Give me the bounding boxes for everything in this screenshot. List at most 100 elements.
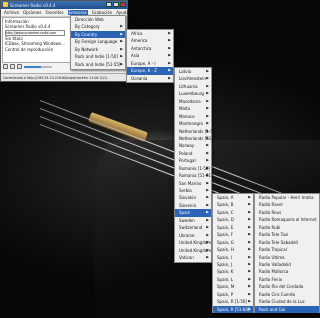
chevron-right-icon: ▶ — [206, 106, 209, 111]
chevron-right-icon: ▶ — [168, 75, 171, 80]
spain-letter-item[interactable]: Spain, K ▶ — [213, 268, 253, 275]
station-item[interactable]: Radio Mallorca — [255, 268, 319, 275]
menu-item-by-network[interactable]: By Network ▶ — [71, 46, 125, 53]
country-item[interactable]: Slovenia ▶ — [175, 202, 211, 209]
country-item[interactable]: Slovakia ▶ — [175, 194, 211, 201]
menu-item-label: Ukraine — [179, 232, 195, 238]
station-item[interactable]: Radio Ravel — [255, 201, 319, 208]
country-item[interactable]: Monaco ▶ — [175, 113, 211, 120]
spain-letter-item[interactable]: Spain, B ▶ — [213, 201, 253, 208]
menu-item-africa[interactable]: Africa ▶ — [127, 30, 173, 37]
country-item[interactable]: Romania [51-61] ▶ — [175, 172, 213, 179]
minimize-button[interactable] — [106, 2, 112, 7]
country-item[interactable]: Montenegro ▶ — [175, 120, 211, 127]
spain-letter-item[interactable]: Spain, C ▶ — [213, 209, 253, 216]
info-panel: Información Screamer Radio v0.4.4 http:/… — [2, 17, 74, 63]
maximize-button[interactable] — [113, 2, 119, 7]
station-item[interactable]: Radio Popular - Herri Irratia — [255, 194, 319, 201]
station-item[interactable]: Radio Tele Taxi — [255, 231, 319, 238]
station-item[interactable]: Radio Tele Sabadell — [255, 239, 319, 246]
station-item[interactable]: Radio Reus — [255, 209, 319, 216]
country-item[interactable]: Norway ▶ — [175, 142, 211, 149]
menu-opciones[interactable]: Opciones — [23, 10, 42, 15]
close-button[interactable] — [120, 2, 126, 7]
chevron-right-icon: ▶ — [206, 76, 209, 81]
chevron-right-icon: ▶ — [120, 24, 123, 29]
spain-letter-item[interactable]: Spain, I ▶ — [213, 254, 253, 261]
menu-item-by-foreign-language[interactable]: By Foreign Language ▶ — [71, 38, 125, 45]
chevron-right-icon: ▶ — [168, 53, 171, 58]
menu-item-europe-k-z[interactable]: Europe, K - Z ▶ — [127, 67, 173, 75]
menu-favoritos[interactable]: Favoritos — [45, 10, 63, 15]
menu-item-direccion-web[interactable]: Dirección Web — [71, 16, 125, 23]
menu-item-label: Spain, K — [217, 269, 234, 275]
country-item[interactable]: United Kingdom ▶ — [175, 247, 211, 254]
menu-item-oceania[interactable]: Oceania ▶ — [127, 75, 173, 82]
country-item[interactable]: Sweden ▶ — [175, 217, 211, 224]
station-item[interactable]: Radio Romaquera al Internet — [255, 216, 319, 223]
country-item[interactable]: San Marino ▶ — [175, 180, 211, 187]
menu-item-by-country[interactable]: By Country ▶ — [71, 30, 125, 39]
country-item[interactable]: Switzerland ▶ — [175, 224, 211, 231]
country-item[interactable]: Macedonia ▶ — [175, 98, 211, 105]
menu-item-label: Switzerland — [179, 225, 203, 231]
station-item[interactable]: Rock and Gol — [255, 305, 319, 313]
country-item[interactable]: Malta ▶ — [175, 105, 211, 112]
spain-letter-item[interactable]: Spain, J ▶ — [213, 261, 253, 268]
play-icon[interactable] — [3, 64, 8, 69]
station-item[interactable]: Radio Fenix — [255, 276, 319, 283]
spain-letter-item[interactable]: Spain, L ▶ — [213, 276, 253, 283]
menu-item-rock-indie-2[interactable]: Rock and Indie [51-55] ▶ — [71, 61, 125, 68]
menu-item-label: Luxembourg — [179, 91, 204, 97]
chevron-right-icon: ▶ — [248, 217, 251, 222]
country-item[interactable]: Latvia ▶ — [175, 68, 211, 75]
spain-letter-item[interactable]: Spain, G ▶ — [213, 239, 253, 246]
station-item[interactable]: Radio Valladolid — [255, 261, 319, 268]
chevron-right-icon: ▶ — [120, 39, 123, 44]
spain-letter-item[interactable]: Spain, H ▶ — [213, 246, 253, 253]
country-item[interactable]: Romania [1-50] ▶ — [175, 165, 211, 172]
chevron-right-icon: ▶ — [168, 31, 171, 35]
country-item[interactable]: Liechtenstein ▶ — [175, 75, 211, 82]
spain-letter-item[interactable]: Spain, R [1-50] ▶ — [213, 298, 253, 305]
spain-letter-item[interactable]: Spain, R [51-64] ▶ — [213, 305, 253, 313]
menu-item-europe-a-i[interactable]: Europe, A - I ▶ — [127, 60, 173, 67]
menu-item-antarctica[interactable]: Antarctica ▶ — [127, 45, 173, 52]
country-item[interactable]: Portugal ▶ — [175, 157, 211, 164]
station-item[interactable]: Radio Rubi — [255, 224, 319, 231]
volume-slider[interactable] — [24, 65, 52, 68]
menu-item-america[interactable]: America ▶ — [127, 37, 173, 44]
country-item[interactable]: Netherlands [1-50] ▶ — [175, 128, 217, 135]
stop-icon[interactable] — [10, 64, 15, 69]
country-item[interactable]: Serbia ▶ — [175, 187, 211, 194]
menu-item-label: Radio Ciudad de la Luz — [259, 299, 305, 305]
spain-letter-item[interactable]: Spain, P ▶ — [213, 291, 253, 298]
spain-letter-item[interactable]: Spain, D ▶ — [213, 216, 253, 223]
station-item[interactable]: Radio Ciro Cuerdo — [255, 291, 319, 298]
country-item[interactable]: Poland ▶ — [175, 150, 211, 157]
country-item[interactable]: Netherlands [51-53] ▶ — [175, 135, 219, 142]
menu-archivo[interactable]: Archivo — [4, 10, 19, 15]
station-item[interactable]: Radio Ciudad de la Luz — [255, 298, 319, 305]
chevron-right-icon: ▶ — [206, 247, 209, 252]
country-item[interactable]: Luxembourg ▶ — [175, 90, 211, 97]
menu-item-by-category[interactable]: By Category ▶ — [71, 23, 125, 30]
country-item[interactable]: Lithuania ▶ — [175, 83, 211, 90]
country-item[interactable]: Vatican ▶ — [175, 254, 211, 261]
playback-controls — [3, 64, 52, 69]
country-item[interactable]: Ukraine ▶ — [175, 232, 211, 239]
spain-letter-item[interactable]: Spain, E ▶ — [213, 224, 253, 231]
record-icon[interactable] — [17, 64, 22, 69]
menu-item-asia[interactable]: Asia ▶ — [127, 52, 173, 59]
station-item[interactable]: Radio Ultima — [255, 254, 319, 261]
menu-item-rock-indie-1[interactable]: Rock and Indie [1-50] ▶ — [71, 53, 125, 60]
station-item[interactable]: Radio Rio del Cerdado — [255, 283, 319, 290]
country-item[interactable]: United Kingdom ▶ — [175, 239, 211, 246]
spain-letter-item[interactable]: Spain, A ▶ — [213, 194, 253, 201]
menu-item-label: Spain, R [51-64] — [217, 306, 250, 312]
chevron-right-icon: ▶ — [206, 254, 209, 259]
country-item[interactable]: Spain ▶ — [175, 209, 211, 217]
spain-letter-item[interactable]: Spain, M ▶ — [213, 283, 253, 290]
spain-letter-item[interactable]: Spain, F ▶ — [213, 231, 253, 238]
station-item[interactable]: Radio Tropical — [255, 246, 319, 253]
